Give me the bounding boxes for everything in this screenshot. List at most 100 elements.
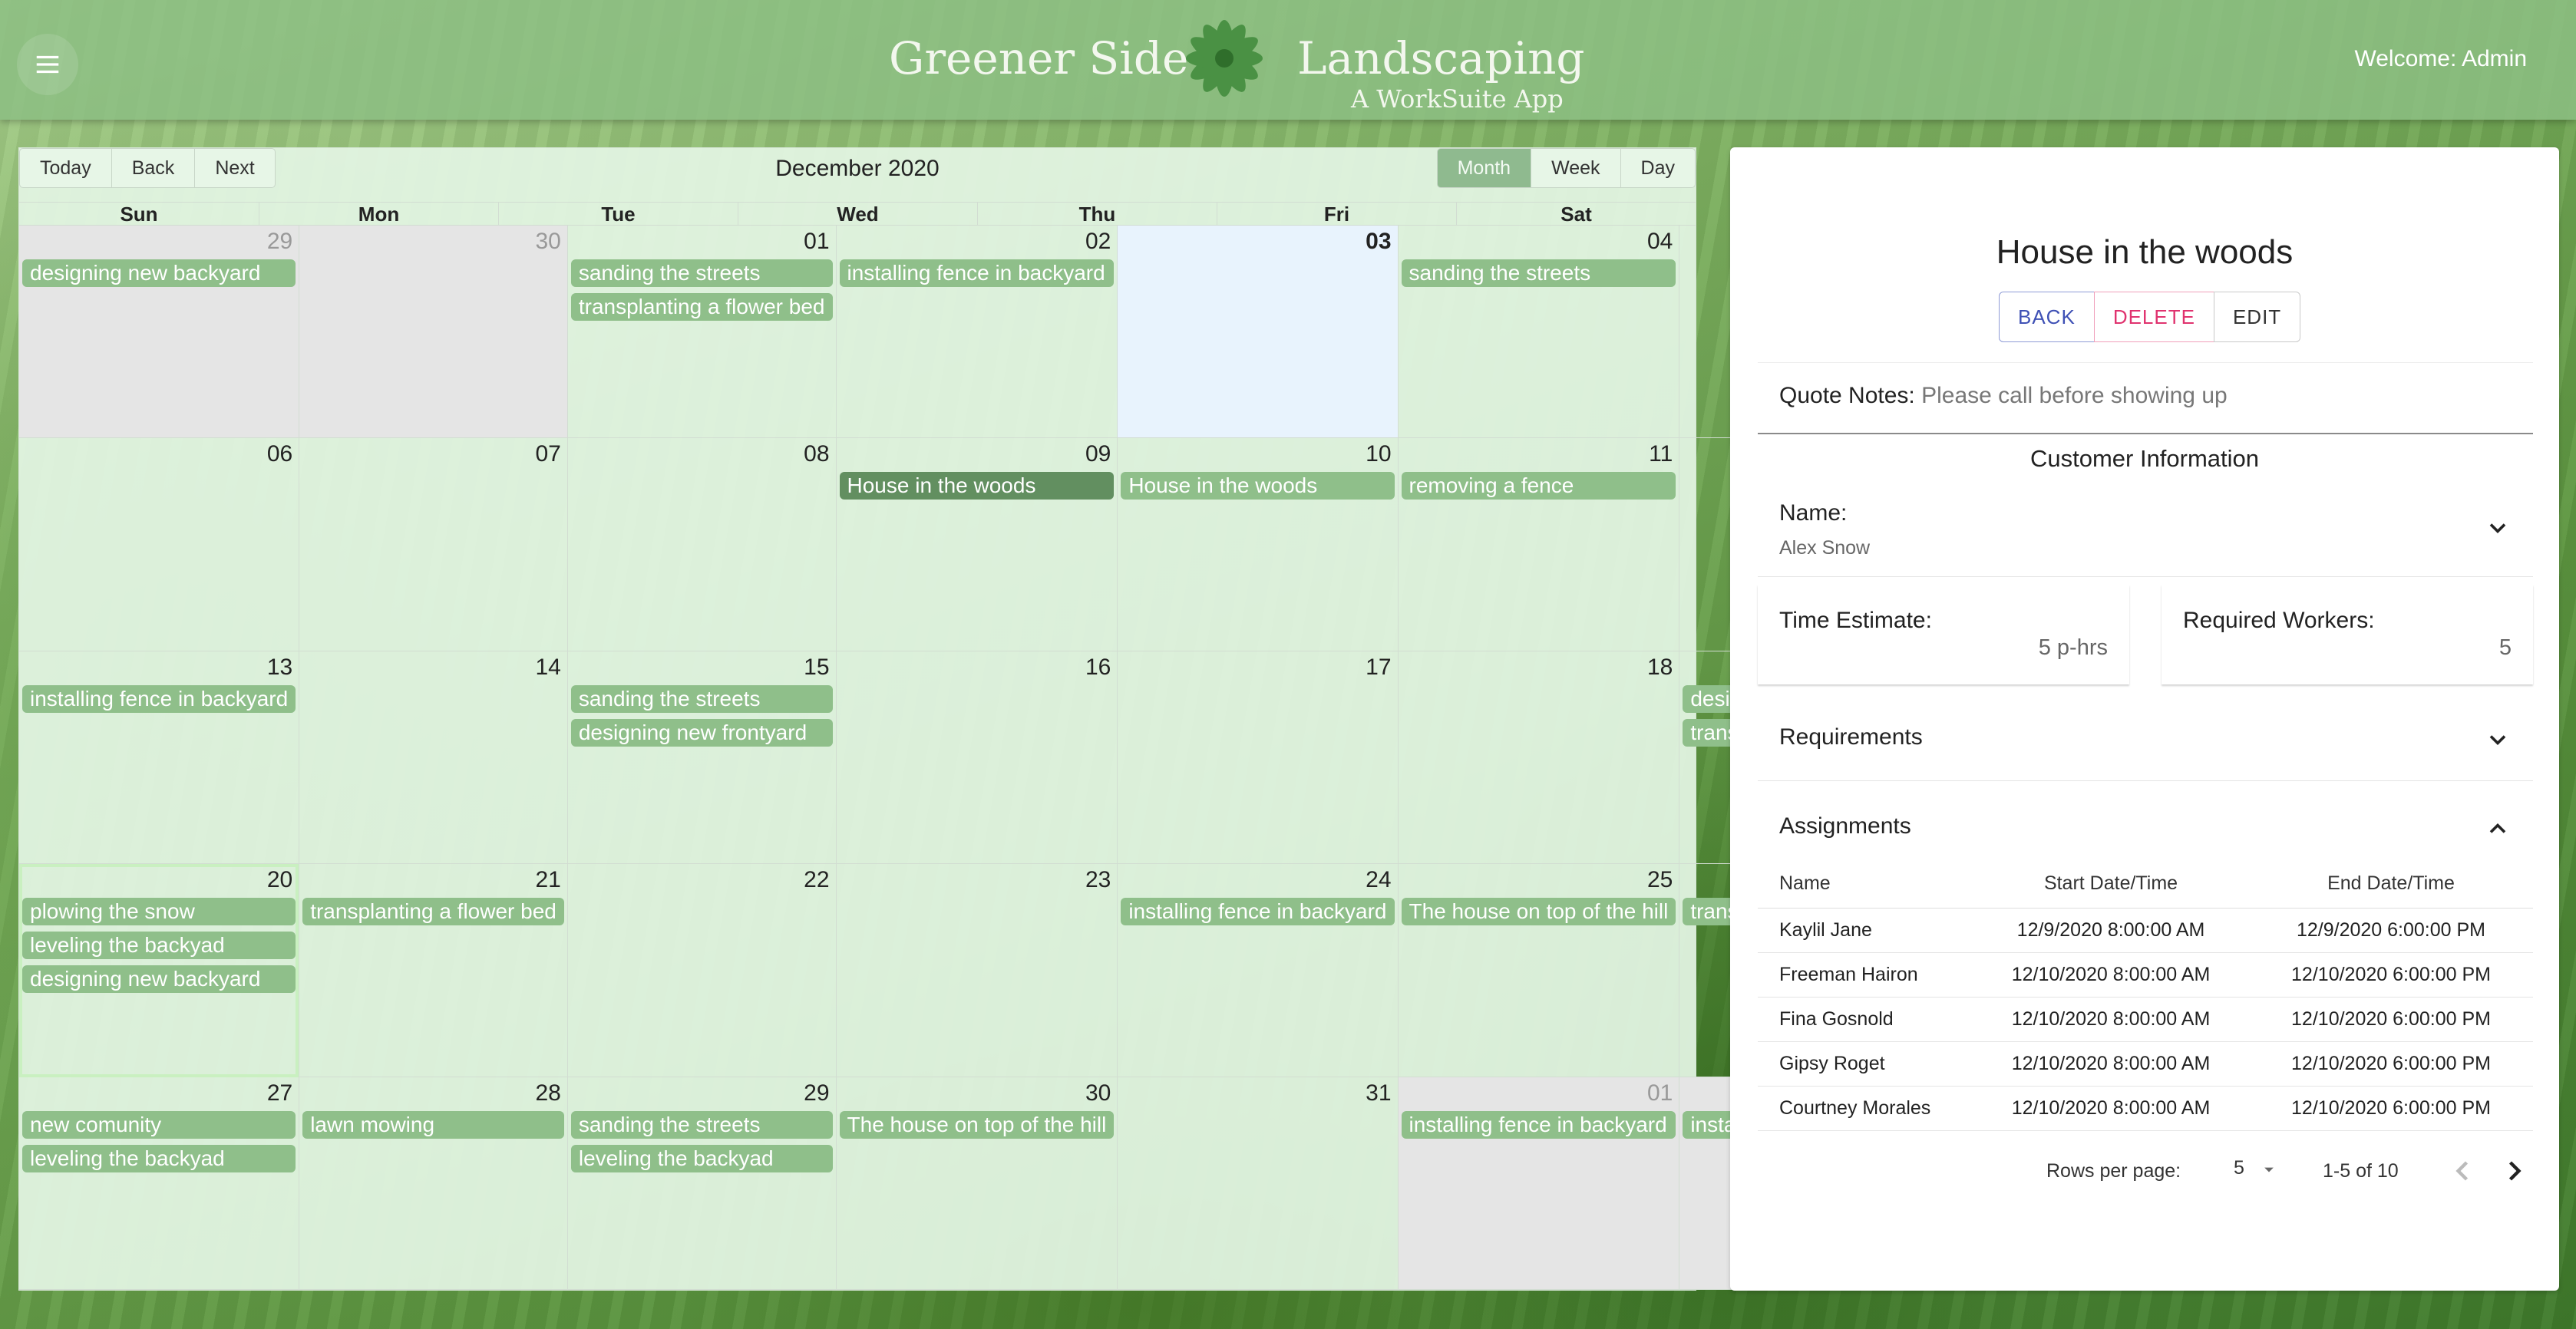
calendar-event[interactable]: installing fence in backyard (839, 259, 1115, 287)
next-button[interactable]: Next (194, 148, 276, 188)
day-cell[interactable]: 30 The house on top of the hill (835, 1077, 1118, 1290)
chevron-up-icon[interactable] (2484, 815, 2512, 843)
day-number[interactable]: 30 (1085, 1080, 1111, 1106)
day-number[interactable]: 11 (1649, 441, 1673, 467)
requirements-accordion[interactable]: Requirements (1758, 697, 2533, 781)
calendar-event[interactable]: leveling the backyad (22, 1144, 296, 1172)
day-cell[interactable]: 15 sanding the streets designing new front… (566, 651, 836, 865)
day-cell[interactable]: 21 transplanting a flower bed (299, 864, 567, 1077)
day-number[interactable]: 30 (535, 229, 560, 255)
back-detail-button[interactable]: BACK (1999, 292, 2095, 342)
table-row[interactable]: Courtney Morales 12/10/2020 8:00:00 AM 12/… (1758, 1087, 2533, 1131)
delete-button[interactable]: DELETE (2093, 292, 2214, 342)
calendar-event[interactable]: The house on top of the hill (839, 1110, 1115, 1139)
day-cell[interactable]: 14 (299, 651, 567, 865)
calendar-event[interactable]: designing new frontyard (570, 718, 833, 747)
table-row[interactable]: Freeman Hairon 12/10/2020 8:00:00 AM 12/10… (1758, 953, 2533, 998)
day-number[interactable]: 01 (1647, 1080, 1673, 1106)
calendar-event[interactable]: sanding the streets (570, 1110, 833, 1139)
day-cell[interactable]: 31 (1117, 1077, 1398, 1290)
day-cell[interactable]: 01 sanding the streets transplanting a flo… (566, 226, 836, 439)
day-number[interactable]: 31 (1366, 1080, 1391, 1106)
rows-per-page-select[interactable]: 5 (2234, 1157, 2244, 1179)
menu-button[interactable] (17, 34, 78, 95)
day-number[interactable]: 27 (267, 1080, 292, 1106)
table-row[interactable]: Fina Gosnold 12/10/2020 8:00:00 AM 12/10/2… (1758, 998, 2533, 1042)
calendar-event[interactable]: plowing the snow (22, 898, 296, 926)
day-number[interactable]: 13 (267, 655, 292, 681)
day-cell[interactable]: 29 sanding the streets leveling the backya… (566, 1077, 836, 1290)
calendar-event[interactable]: installing fence in backyard (1121, 898, 1395, 926)
day-cell[interactable]: 30 (299, 226, 567, 439)
day-number[interactable]: 25 (1647, 867, 1673, 893)
calendar-event[interactable]: lawn mowing (302, 1110, 564, 1139)
day-number[interactable]: 01 (804, 229, 829, 255)
table-row[interactable]: Gipsy Roget 12/10/2020 8:00:00 AM 12/10/20… (1758, 1042, 2533, 1087)
day-cell[interactable]: 23 (835, 864, 1118, 1077)
calendar-event[interactable]: House in the woods (1121, 472, 1395, 500)
day-number[interactable]: 15 (804, 655, 829, 681)
day-number[interactable]: 06 (267, 441, 292, 467)
view-week-button[interactable]: Week (1531, 148, 1621, 188)
day-number[interactable]: 10 (1366, 441, 1391, 467)
calendar-event[interactable]: House in the woods (839, 472, 1115, 500)
day-cell[interactable]: 22 (566, 864, 836, 1077)
day-number[interactable]: 09 (1085, 441, 1111, 467)
table-row[interactable]: Kaylil Jane 12/9/2020 8:00:00 AM 12/9/2020… (1758, 909, 2533, 953)
day-cell[interactable]: 24 installing fence in backyard (1117, 864, 1398, 1077)
assignments-accordion[interactable]: Assignments (1758, 786, 2533, 870)
day-number[interactable]: 18 (1647, 655, 1673, 681)
day-cell[interactable]: 29 designing new backyard (19, 226, 299, 439)
chevron-right-icon[interactable] (2498, 1154, 2531, 1188)
day-number[interactable]: 24 (1366, 867, 1391, 893)
day-cell[interactable]: 04 sanding the streets (1397, 226, 1679, 439)
day-number[interactable]: 03 (1366, 229, 1391, 255)
day-number[interactable]: 08 (804, 441, 829, 467)
day-cell[interactable]: 25 The house on top of the hill (1397, 864, 1679, 1077)
day-cell[interactable]: 01 installing fence in backyard (1397, 1077, 1679, 1290)
chevron-down-icon[interactable] (2484, 514, 2512, 542)
day-cell[interactable]: 02 installing fence in backyard (835, 226, 1118, 439)
caret-down-icon[interactable] (2258, 1159, 2280, 1180)
day-cell[interactable]: 09 House in the woods (835, 438, 1118, 651)
day-number[interactable]: 04 (1647, 229, 1673, 255)
day-cell[interactable]: 16 (835, 651, 1118, 865)
calendar-event[interactable]: leveling the backyad (570, 1144, 833, 1172)
view-day-button[interactable]: Day (1620, 148, 1696, 188)
day-cell[interactable]: 18 (1397, 651, 1679, 865)
calendar-event[interactable]: transplanting a flower bed (302, 898, 564, 926)
calendar-event[interactable]: sanding the streets (570, 684, 833, 713)
day-cell[interactable]: 28 lawn mowing (299, 1077, 567, 1290)
day-number[interactable]: 21 (535, 867, 560, 893)
customer-name-accordion[interactable]: Name: Alex Snow (1758, 477, 2533, 577)
day-number[interactable]: 20 (267, 867, 292, 893)
day-number[interactable]: 07 (535, 441, 560, 467)
chevron-left-icon[interactable] (2446, 1154, 2479, 1188)
calendar-event[interactable]: removing a fence (1401, 472, 1676, 500)
day-number[interactable]: 22 (804, 867, 829, 893)
day-cell[interactable]: 08 (566, 438, 836, 651)
back-button[interactable]: Back (111, 148, 196, 188)
day-number[interactable]: 28 (535, 1080, 560, 1106)
today-button[interactable]: Today (19, 148, 112, 188)
calendar-event[interactable]: sanding the streets (570, 259, 833, 287)
day-number[interactable]: 02 (1085, 229, 1111, 255)
day-number[interactable]: 17 (1366, 655, 1391, 681)
day-cell[interactable]: 03 (1117, 226, 1398, 439)
day-cell[interactable]: 20 plowing the snow leveling the backyad de… (19, 864, 299, 1077)
calendar-event[interactable]: designing new backyard (22, 965, 296, 994)
calendar-event[interactable]: transplanting a flower bed (570, 293, 833, 321)
day-cell[interactable]: 13 installing fence in backyard (19, 651, 299, 865)
calendar-event[interactable]: leveling the backyad (22, 932, 296, 960)
day-cell[interactable]: 27 new comunity leveling the backyad (19, 1077, 299, 1290)
day-number[interactable]: 29 (267, 229, 292, 255)
day-number[interactable]: 23 (1085, 867, 1111, 893)
day-number[interactable]: 14 (535, 655, 560, 681)
calendar-event[interactable]: designing new backyard (22, 259, 296, 287)
day-cell[interactable]: 07 (299, 438, 567, 651)
calendar-event[interactable]: installing fence in backyard (1401, 1110, 1676, 1139)
day-number[interactable]: 16 (1085, 655, 1111, 681)
calendar-event[interactable]: The house on top of the hill (1401, 898, 1676, 926)
calendar-event[interactable]: new comunity (22, 1110, 296, 1139)
calendar-event[interactable]: sanding the streets (1401, 259, 1676, 287)
